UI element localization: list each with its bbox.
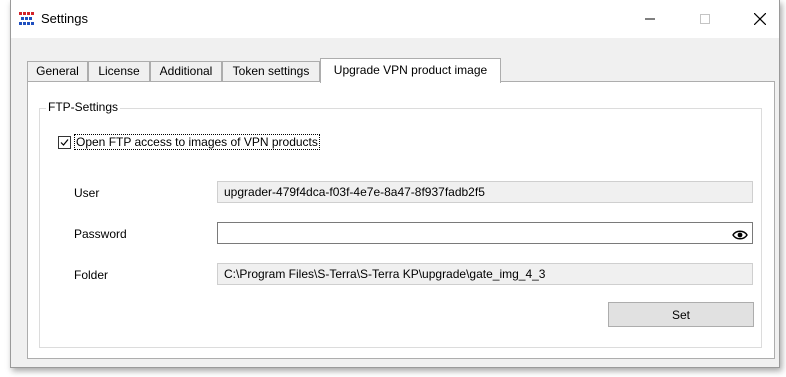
app-logo-icon xyxy=(19,11,35,27)
set-button[interactable]: Set xyxy=(608,302,754,327)
tab-additional[interactable]: Additional xyxy=(150,61,222,82)
open-ftp-access-label[interactable]: Open FTP access to images of VPN product… xyxy=(74,134,320,150)
group-legend: FTP-Settings xyxy=(46,100,121,114)
title-bar: Settings xyxy=(11,0,779,38)
close-button[interactable] xyxy=(737,0,783,38)
checkmark-icon xyxy=(60,138,69,146)
close-icon xyxy=(754,13,766,25)
tab-license[interactable]: License xyxy=(88,61,150,82)
tab-general[interactable]: General xyxy=(27,61,88,82)
open-ftp-access-checkbox[interactable] xyxy=(58,135,71,149)
tab-panel: FTP-Settings Open FTP access to images o… xyxy=(27,81,775,359)
user-field[interactable]: upgrader-479f4dca-f03f-4e7e-8a47-8f937fa… xyxy=(217,181,753,203)
eye-icon[interactable] xyxy=(732,227,748,247)
minimize-button[interactable] xyxy=(627,0,673,38)
maximize-button[interactable] xyxy=(682,0,728,38)
open-ftp-access-row[interactable]: Open FTP access to images of VPN product… xyxy=(58,134,320,150)
password-label: Password xyxy=(74,227,127,241)
tab-upgrade-vpn-product-image[interactable]: Upgrade VPN product image xyxy=(320,58,501,83)
settings-window: Settings General License Additional Toke… xyxy=(10,0,780,368)
folder-field[interactable]: C:\Program Files\S-Terra\S-Terra KP\upgr… xyxy=(217,263,753,285)
password-field[interactable] xyxy=(217,222,753,244)
folder-label: Folder xyxy=(74,268,109,282)
maximize-icon xyxy=(700,14,710,24)
window-title: Settings xyxy=(41,11,88,26)
tab-token-settings[interactable]: Token settings xyxy=(222,61,320,82)
minimize-icon xyxy=(645,18,655,20)
user-label: User xyxy=(74,186,100,200)
